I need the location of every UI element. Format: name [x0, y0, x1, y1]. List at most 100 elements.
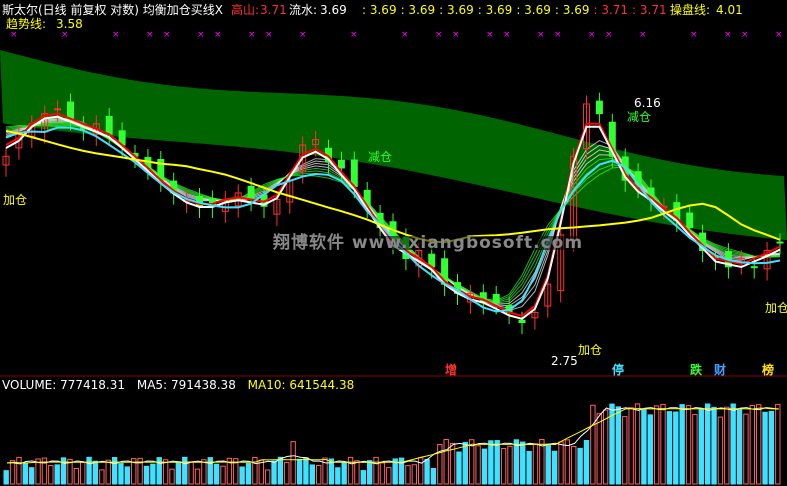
cross-marker: × [265, 30, 273, 40]
trend-label: 趋势线: [6, 17, 47, 31]
cross-marker: × [435, 30, 443, 40]
volume-bar [379, 462, 386, 485]
volume-bar [296, 458, 303, 485]
ma10-label: MA10: [247, 378, 286, 392]
reduce-signal-1: 减仓 [368, 150, 393, 164]
volume-bar [673, 411, 679, 485]
volume-bar [500, 448, 507, 485]
volume-value: 777418.31 [60, 378, 126, 392]
volume-bar [3, 470, 9, 485]
candle-body [247, 185, 255, 201]
volume-bar [9, 460, 16, 485]
volume-bar [724, 406, 730, 485]
volume-bar [679, 404, 685, 485]
volume-bar [111, 456, 118, 485]
signal-cross-row: × × × × × × × × × × × × × × × × × × × × × × × × × [10, 30, 783, 40]
volume-bar [711, 406, 717, 485]
volume-bar [698, 408, 704, 485]
cross-marker: × [605, 30, 613, 40]
volume-bar [162, 459, 169, 485]
volume-bar [347, 456, 354, 485]
volume-bar [520, 441, 526, 485]
gaoshan-label: 高山: [231, 3, 260, 17]
volume-ma10-line [6, 407, 779, 464]
cross-marker: × [61, 30, 69, 40]
volume-bar [475, 445, 481, 485]
cross-marker: × [452, 30, 460, 40]
volume-bar [48, 465, 54, 485]
cross-marker: × [724, 30, 732, 40]
volume-bar [86, 456, 92, 485]
bottom-marker: 停 [612, 363, 625, 377]
volume-bar [366, 460, 373, 485]
volume-bar [220, 465, 226, 485]
volume-bar [641, 408, 647, 485]
cross-marker: × [350, 30, 358, 40]
line-value: : 3.69 [477, 3, 513, 17]
reduce-signal-2: 减仓 [627, 110, 652, 124]
line-values: : 3.69: 3.69: 3.69: 3.69: 3.69: 3.69: 3.… [362, 3, 671, 17]
volume-bar [386, 467, 392, 485]
volume-bar [704, 403, 711, 485]
bottom-marker: 财 [714, 363, 727, 377]
volume-bar [258, 459, 264, 485]
cross-marker: × [197, 30, 205, 40]
ma5-label: MA5: [136, 378, 168, 392]
candle-body [350, 159, 358, 187]
candle-body [105, 115, 113, 135]
volume-bar [526, 450, 532, 485]
volume-bar [564, 439, 571, 485]
cross-marker: × [690, 30, 698, 40]
volume-bar [571, 445, 577, 485]
volume-bar [54, 464, 60, 485]
liushui-label: 流水: [289, 3, 318, 17]
volume-bar [150, 463, 156, 485]
volume-bar [730, 403, 736, 485]
volume-bar [615, 406, 622, 485]
cross-marker: × [214, 30, 222, 40]
add-signal-2: 加仓 [578, 343, 603, 357]
cross-marker: × [537, 30, 545, 40]
volume-bar [577, 447, 583, 485]
volume-bar [411, 464, 418, 485]
volume-bar [736, 409, 743, 485]
add-signal-3: 加仓 [765, 301, 787, 315]
volume-label: VOLUME: [2, 378, 57, 392]
volume-bar [749, 404, 755, 485]
line-value: : 3.69 [439, 3, 474, 17]
volume-bar [596, 413, 602, 485]
volume-bar [213, 463, 220, 485]
volume-bar [424, 458, 430, 485]
volume-bar [245, 463, 252, 485]
volume-bar [290, 441, 296, 485]
caopan-value: 4.01 [716, 3, 743, 17]
bottom-marker: 跌 [690, 363, 703, 377]
volume-bar [118, 463, 124, 485]
volume-bar [16, 456, 22, 485]
volume-bar [405, 465, 411, 485]
gaoshan-value: 3.71 [260, 3, 287, 17]
cross-marker: × [10, 30, 18, 40]
volume-bar [175, 461, 182, 485]
line-value: : 3.69 [554, 3, 590, 17]
volume-bars [3, 403, 781, 485]
volume-bar [188, 461, 194, 485]
volume-bar [462, 441, 469, 485]
volume-bar [182, 456, 188, 485]
caopan-label: 操盘线: [670, 3, 711, 17]
volume-bar [303, 457, 309, 485]
volume-ma-lines [6, 407, 779, 465]
volume-bar [456, 451, 462, 485]
volume-bar [602, 409, 609, 485]
volume-bar [284, 461, 290, 485]
cross-marker: × [163, 30, 171, 40]
volume-bar [360, 470, 366, 485]
volume-bar [169, 468, 175, 485]
volume-bar [354, 460, 360, 485]
volume-bar [418, 457, 424, 485]
volume-bar [583, 439, 590, 485]
volume-bar [124, 466, 131, 485]
cross-marker: × [248, 30, 256, 40]
candle-body [67, 101, 74, 120]
volume-bar [194, 468, 201, 485]
